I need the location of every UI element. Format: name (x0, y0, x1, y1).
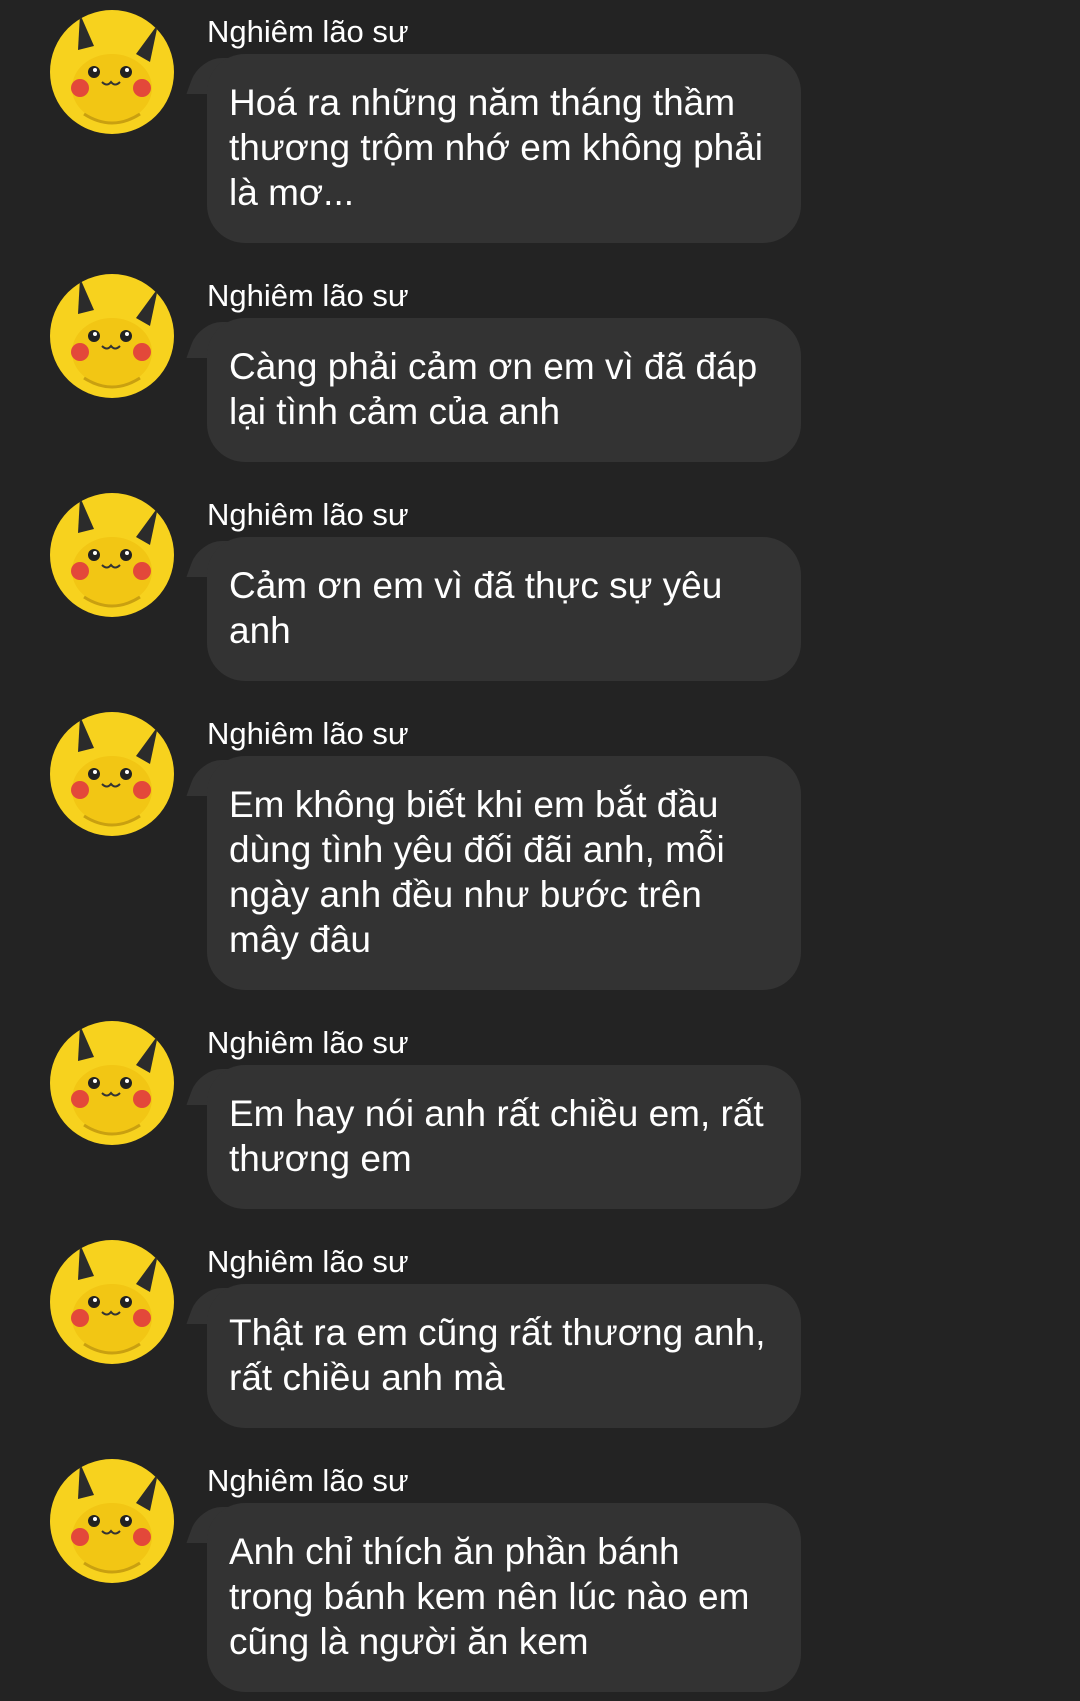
sender-name: Nghiêm lão sư (207, 1025, 409, 1060)
message-bubble[interactable]: Càng phải cảm ơn em vì đã đáp lại tình c… (207, 318, 801, 462)
message-bubble[interactable]: Cảm ơn em vì đã thực sự yêu anh (207, 537, 801, 681)
pikachu-avatar-icon[interactable] (50, 10, 174, 134)
pikachu-avatar-icon[interactable] (50, 1240, 174, 1364)
message-bubble[interactable]: Thật ra em cũng rất thương anh, rất chiề… (207, 1284, 801, 1428)
pikachu-avatar-icon[interactable] (50, 712, 174, 836)
sender-name: Nghiêm lão sư (207, 1244, 409, 1279)
pikachu-avatar-icon[interactable] (50, 493, 174, 617)
sender-name: Nghiêm lão sư (207, 497, 409, 532)
sender-name: Nghiêm lão sư (207, 716, 409, 751)
sender-name: Nghiêm lão sư (207, 14, 409, 49)
message-bubble[interactable]: Anh chỉ thích ăn phần bánh trong bánh ke… (207, 1503, 801, 1692)
message-bubble[interactable]: Em hay nói anh rất chiều em, rất thương … (207, 1065, 801, 1209)
message-bubble[interactable]: Hoá ra những năm tháng thầm thương trộm … (207, 54, 801, 243)
sender-name: Nghiêm lão sư (207, 1463, 409, 1498)
pikachu-avatar-icon[interactable] (50, 1021, 174, 1145)
sender-name: Nghiêm lão sư (207, 278, 409, 313)
pikachu-avatar-icon[interactable] (50, 274, 174, 398)
pikachu-avatar-icon[interactable] (50, 1459, 174, 1583)
message-bubble[interactable]: Em không biết khi em bắt đầu dùng tình y… (207, 756, 801, 990)
